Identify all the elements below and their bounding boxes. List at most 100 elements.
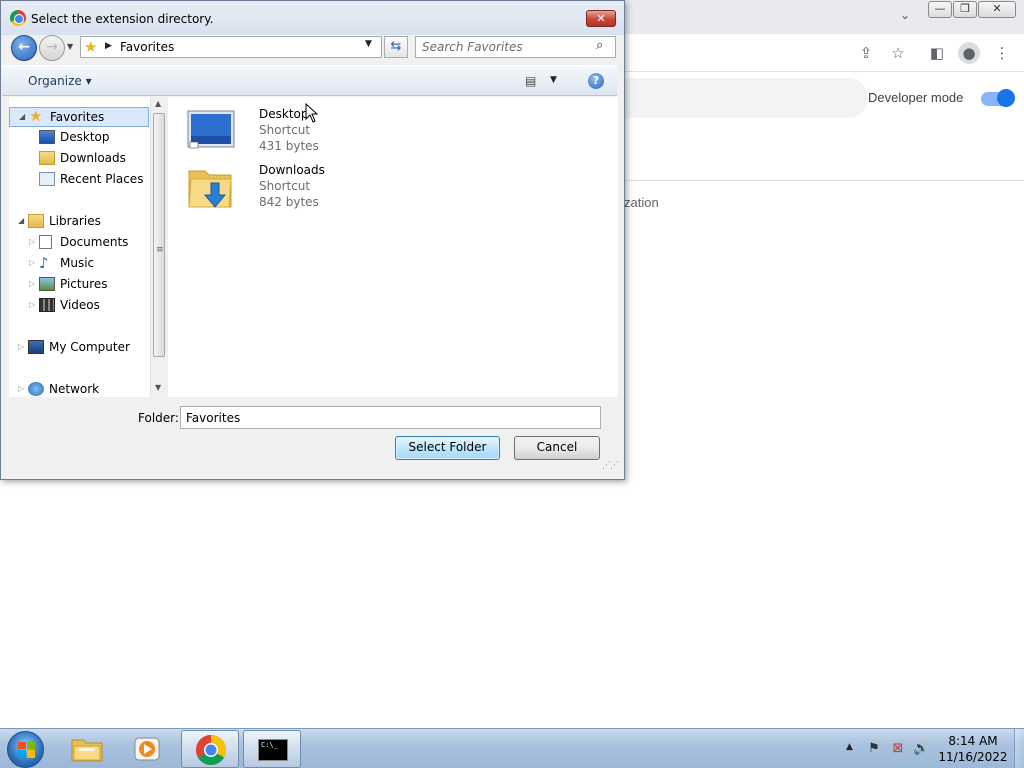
resize-grip-icon[interactable]: ⋰⋰ [602, 461, 619, 471]
view-dropdown-icon[interactable]: ▼ [550, 75, 557, 85]
tree-label: Downloads [60, 151, 126, 165]
expand-arrow-icon[interactable]: ▷ [29, 274, 35, 294]
restore-button[interactable]: ❐ [953, 1, 977, 18]
scrollbar-thumb[interactable]: ≡ [153, 113, 165, 357]
media-player-icon [134, 737, 160, 761]
documents-icon [39, 235, 52, 249]
action-center-icon[interactable]: ⚑ [866, 741, 882, 757]
select-folder-dialog: Select the extension directory. ✕ ← → ▼ … [0, 0, 625, 480]
tree-label: Network [49, 382, 100, 396]
recent-locations-chevron-icon[interactable]: ▼ [67, 42, 77, 52]
file-name: Desktop [259, 107, 309, 121]
tree-item-my-computer[interactable]: ▷ My Computer [9, 337, 149, 357]
downloads-shortcut-icon [188, 170, 232, 208]
expand-arrow-icon[interactable]: ▷ [29, 253, 35, 273]
file-item-downloads[interactable]: Downloads Shortcut 842 bytes [187, 163, 347, 215]
tree-label: Recent Places [60, 172, 144, 186]
tree-item-pictures[interactable]: ▷ Pictures [9, 274, 149, 294]
clock-date[interactable]: 11/16/2022 [936, 750, 1010, 764]
dialog-close-button[interactable]: ✕ [586, 10, 616, 27]
desktop-shortcut-icon [187, 110, 235, 149]
expand-arrow-icon[interactable]: ▷ [18, 337, 24, 357]
tree-label: Desktop [60, 130, 110, 144]
cmd-icon: C:\_ [258, 739, 288, 761]
chrome-icon [10, 10, 26, 26]
taskbar: C:\_ ▲ ⚑ ⊠ 🔊 8:14 AM 11/16/2022 [0, 728, 1024, 768]
taskbar-media-player[interactable] [118, 730, 176, 768]
grip-icon: ≡ [156, 245, 164, 255]
file-size: 842 bytes [259, 195, 319, 209]
select-folder-button[interactable]: Select Folder [395, 436, 500, 460]
help-icon[interactable]: ? [588, 73, 604, 89]
developer-mode-toggle[interactable] [981, 89, 1015, 107]
tree-item-downloads[interactable]: Downloads [9, 148, 149, 168]
refresh-button[interactable]: ⇆ [384, 36, 408, 58]
tree-item-favorites[interactable]: ◢ ★ Favorites [9, 107, 149, 127]
tree-item-recent-places[interactable]: Recent Places [9, 169, 149, 189]
address-text[interactable]: Favorites [120, 40, 174, 54]
share-icon[interactable]: ⇪ [855, 42, 877, 64]
search-box[interactable]: ⌕ [415, 36, 616, 58]
tree-item-music[interactable]: ▷ ♪ Music [9, 253, 149, 273]
side-panel-icon[interactable]: ◧ [926, 42, 948, 64]
minimize-button[interactable]: — [928, 1, 952, 18]
folder-input[interactable] [180, 406, 601, 429]
taskbar-chrome[interactable] [181, 730, 239, 768]
tree-item-videos[interactable]: ▷ Videos [9, 295, 149, 315]
network-status-icon[interactable]: ⊠ [890, 741, 906, 757]
organize-button[interactable]: Organize ▾ [28, 74, 92, 88]
tree-item-libraries[interactable]: ◢ Libraries [9, 211, 149, 231]
favorites-star-icon: ★ [84, 38, 98, 56]
divider [620, 180, 1024, 181]
bookmark-star-icon[interactable]: ☆ [887, 42, 909, 64]
star-icon: ★ [29, 107, 43, 125]
dialog-title: Select the extension directory. [31, 12, 214, 26]
navigation-scrollbar[interactable]: ▲ ≡ ▼ [150, 97, 167, 397]
show-desktop-button[interactable] [1014, 729, 1024, 768]
chrome-menu-icon[interactable]: ⋮ [991, 42, 1013, 64]
expand-arrow-icon[interactable]: ▷ [29, 295, 35, 315]
tree-item-desktop[interactable]: Desktop [9, 127, 149, 147]
taskbar-command-prompt[interactable]: C:\_ [243, 730, 301, 768]
scroll-up-arrow-icon[interactable]: ▲ [155, 99, 161, 108]
file-type: Shortcut [259, 123, 311, 137]
address-dropdown-icon[interactable]: ▼ [365, 39, 372, 49]
show-hidden-icons-icon[interactable]: ▲ [846, 742, 853, 752]
address-bar[interactable]: ★ ▶ Favorites ▼ [80, 36, 382, 58]
tab-search-chevron-icon[interactable]: ⌄ [895, 8, 915, 26]
clock-time[interactable]: 8:14 AM [936, 734, 1010, 748]
back-button[interactable]: ← [11, 35, 37, 61]
collapse-arrow-icon[interactable]: ◢ [18, 211, 24, 231]
tree-item-documents[interactable]: ▷ Documents [9, 232, 149, 252]
dialog-titlebar[interactable]: Select the extension directory. ✕ [1, 1, 624, 35]
profile-avatar-icon[interactable]: ● [958, 42, 980, 64]
window-close-button[interactable]: ✕ [978, 1, 1016, 18]
tree-item-network[interactable]: ▷ Network [9, 379, 149, 397]
cancel-button[interactable]: Cancel [514, 436, 600, 460]
expand-arrow-icon[interactable]: ▷ [29, 232, 35, 252]
file-item-desktop[interactable]: Desktop Shortcut 431 bytes [187, 107, 347, 159]
extensions-search-bar[interactable] [600, 78, 868, 118]
tree-label: Videos [60, 298, 100, 312]
search-input[interactable] [422, 39, 592, 55]
scroll-down-arrow-icon[interactable]: ▼ [155, 383, 161, 392]
network-icon [28, 382, 44, 396]
recent-places-icon [39, 172, 55, 186]
collapse-arrow-icon[interactable]: ◢ [19, 108, 25, 126]
volume-icon[interactable]: 🔊 [913, 741, 929, 757]
tree-label: Music [60, 256, 95, 270]
view-options-icon[interactable]: ▤ [525, 74, 536, 88]
expand-arrow-icon[interactable]: ▷ [18, 379, 24, 397]
command-bar: Organize ▾ ▤ ▼ ? [2, 65, 617, 96]
videos-icon [39, 298, 55, 312]
desktop-icon [39, 130, 55, 144]
start-button[interactable] [7, 731, 44, 768]
file-size: 431 bytes [259, 139, 319, 153]
search-icon[interactable]: ⌕ [596, 38, 603, 53]
forward-button[interactable]: → [39, 35, 65, 61]
tree-label: My Computer [49, 340, 130, 354]
tree-label: Libraries [49, 214, 101, 228]
taskbar-explorer[interactable] [58, 730, 116, 768]
breadcrumb-arrow-icon[interactable]: ▶ [105, 41, 112, 51]
folder-label: Folder: [138, 411, 179, 425]
